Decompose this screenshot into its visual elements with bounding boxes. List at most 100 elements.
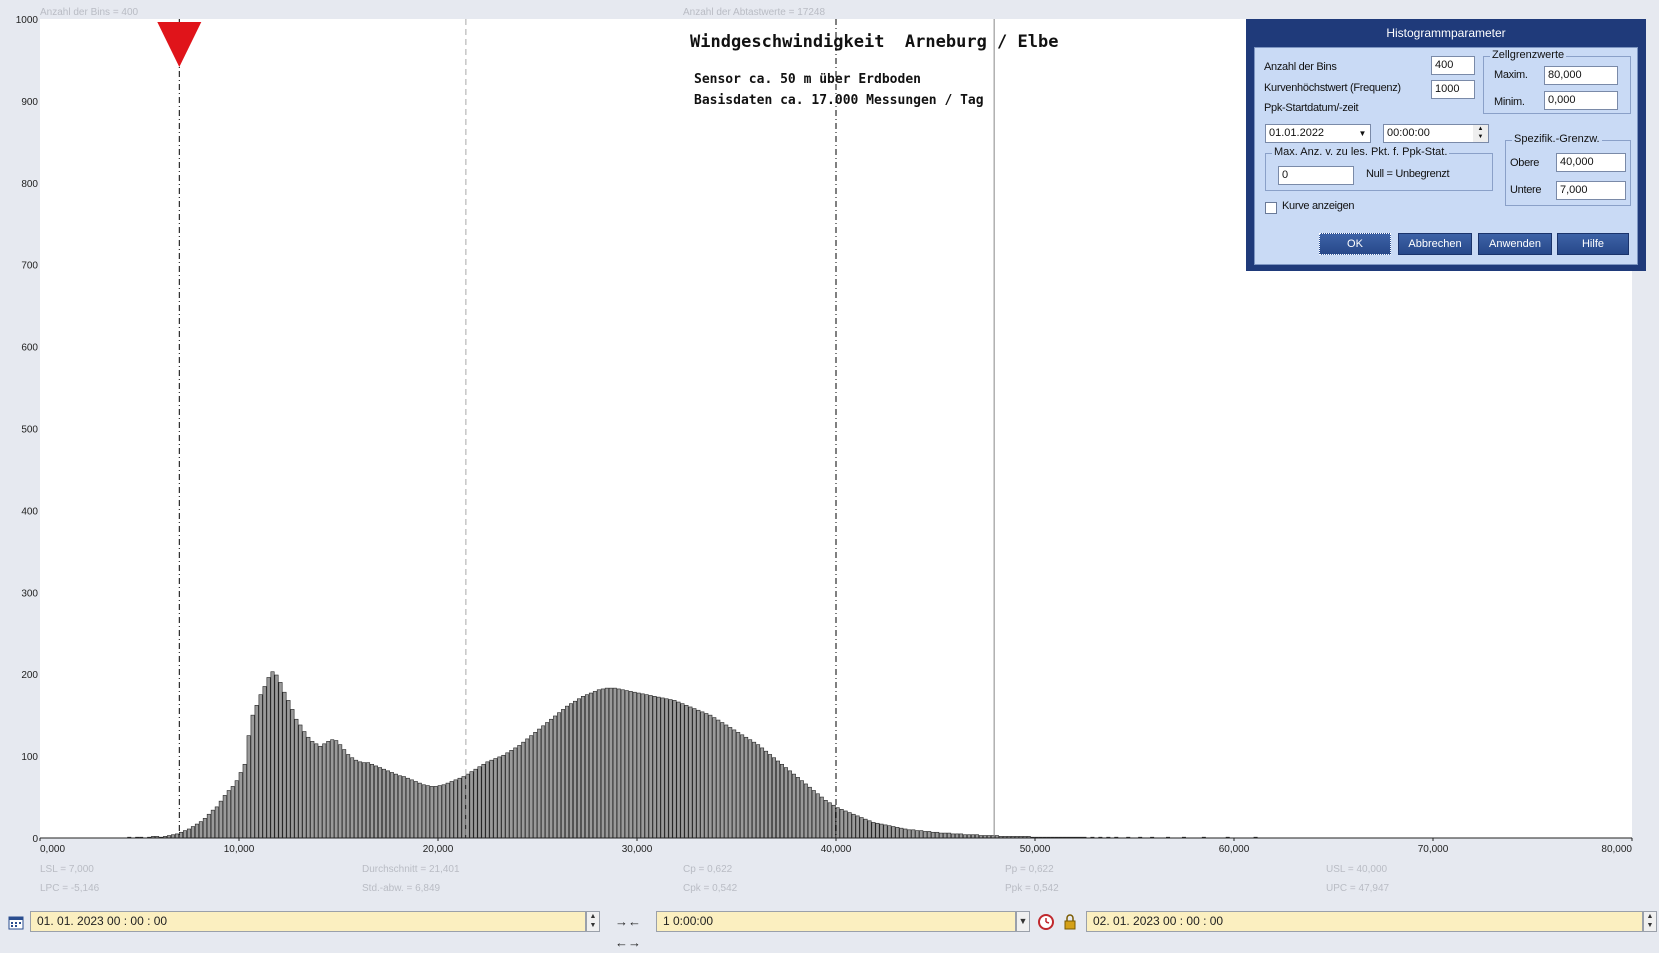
histogram-bar	[350, 757, 355, 839]
upper-limit-input[interactable]: 40,000	[1556, 153, 1626, 172]
histogram-bar	[190, 826, 195, 839]
histogram-bar	[748, 739, 753, 839]
apply-button[interactable]: Anwenden	[1478, 233, 1552, 255]
histogram-bar	[883, 824, 888, 839]
x-tick-label: 40,000	[821, 844, 852, 855]
histogram-bar	[660, 697, 665, 839]
histogram-bar	[198, 821, 203, 839]
zoom-arrows-icon[interactable]: →← ←→	[604, 911, 652, 950]
chart-subtitle-1: Sensor ca. 50 m über Erdboden	[694, 72, 921, 87]
y-tick-label: 400	[21, 506, 38, 517]
histogram-bar	[238, 772, 243, 839]
histogram-bar	[226, 790, 231, 839]
histogram-bar	[592, 691, 597, 839]
histogram-bar	[943, 832, 948, 839]
ok-button[interactable]: OK	[1319, 233, 1391, 255]
max-limit-input[interactable]: 80,000	[1544, 66, 1618, 85]
bins-input[interactable]: 400	[1431, 56, 1475, 75]
histogram-bar	[254, 705, 259, 839]
histogram-bar	[370, 763, 375, 839]
lower-limit-input[interactable]: 7,000	[1556, 181, 1626, 200]
histogram-bar	[760, 747, 765, 839]
histogram-bar	[728, 727, 733, 839]
histogram-bar	[433, 786, 438, 839]
histogram-bar	[314, 743, 319, 839]
histogram-bar	[497, 756, 502, 839]
histogram-bar	[278, 682, 283, 839]
histogram-bar	[700, 711, 705, 839]
cpk-stat: Cpk = 0,542	[683, 883, 738, 894]
y-tick-label: 900	[21, 97, 38, 108]
duration-dropdown-icon[interactable]: ▼	[1016, 911, 1030, 932]
histogram-bar	[294, 718, 299, 839]
histogram-bar	[541, 725, 546, 839]
y-tick-label: 1000	[16, 15, 39, 26]
cp-stat: Cp = 0,622	[683, 864, 733, 875]
histogram-bar	[318, 745, 323, 839]
histogram-bar	[644, 694, 649, 839]
histogram-bar	[803, 783, 808, 839]
histogram-bar	[843, 810, 848, 839]
histogram-bar	[947, 832, 952, 839]
show-curve-checkbox[interactable]	[1265, 202, 1277, 214]
max-points-group: Max. Anz. v. zu les. Pkt. f. Ppk-Stat. 0…	[1265, 146, 1493, 191]
duration-select[interactable]: 1 0:00:00	[656, 911, 1016, 932]
histogram-bar	[895, 827, 900, 839]
histogram-bar	[779, 763, 784, 839]
histogram-bar	[274, 674, 279, 839]
x-tick-label: 10,000	[224, 844, 255, 855]
histogram-bar	[222, 795, 227, 839]
end-datetime-spinner[interactable]: ▲ ▼	[1643, 911, 1657, 932]
y-tick-label: 0	[32, 834, 38, 845]
histogram-bar	[612, 687, 617, 839]
histogram-bar	[513, 747, 518, 839]
histogram-bar	[338, 744, 343, 839]
histogram-bar	[783, 767, 788, 839]
cell-limits-group-title: Zellgrenzwerte	[1490, 49, 1567, 61]
ppk-date-dropdown-icon[interactable]: ▼	[1355, 125, 1370, 142]
histogram-bar	[935, 831, 940, 839]
histogram-bar	[851, 813, 856, 839]
start-datetime-spinner[interactable]: ▲ ▼	[586, 911, 600, 932]
cancel-button[interactable]: Abbrechen	[1398, 233, 1472, 255]
histogram-bar	[565, 705, 570, 839]
histogram-bar	[389, 772, 394, 839]
show-curve-label: Kurve anzeigen	[1282, 200, 1355, 212]
histogram-bar	[429, 786, 434, 839]
min-limit-input[interactable]: 0,000	[1544, 91, 1618, 110]
histogram-bar	[819, 796, 824, 839]
histogram-bar	[688, 706, 693, 839]
min-limit-label: Minim.	[1494, 96, 1525, 108]
histogram-bar	[557, 712, 562, 839]
histogram-bar	[533, 732, 538, 839]
max-points-group-title: Max. Anz. v. zu les. Pkt. f. Ppk-Stat.	[1272, 146, 1450, 158]
ppk-time-spinner[interactable]: ▲ ▼	[1473, 125, 1488, 142]
lock-icon[interactable]	[1060, 911, 1080, 932]
x-tick-label: 30,000	[622, 844, 653, 855]
max-points-input[interactable]: 0	[1278, 166, 1354, 185]
max-frequency-input[interactable]: 1000	[1431, 80, 1475, 99]
histogram-bar	[334, 740, 339, 839]
chart-title: Windgeschwindigkeit Arneburg / Elbe	[690, 32, 1058, 52]
histogram-bar	[839, 809, 844, 839]
clock-icon[interactable]	[1036, 911, 1056, 932]
help-button[interactable]: Hilfe	[1557, 233, 1629, 255]
histogram-bar	[576, 698, 581, 839]
histogram-bar	[445, 782, 450, 839]
histogram-bar	[374, 765, 379, 839]
start-datetime-input[interactable]: 01. 01. 2023 00 : 00 : 00	[30, 911, 586, 932]
histogram-bar	[636, 692, 641, 839]
end-datetime-input[interactable]: 02. 01. 2023 00 : 00 : 00	[1086, 911, 1643, 932]
y-tick-label: 800	[21, 179, 38, 190]
histogram-bar	[919, 830, 924, 839]
calendar-icon[interactable]	[6, 911, 26, 932]
histogram-bar	[835, 807, 840, 839]
x-tick-label: 50,000	[1020, 844, 1051, 855]
histogram-bar	[923, 831, 928, 839]
histogram-bar	[194, 823, 199, 839]
histogram-bar	[270, 671, 275, 839]
histogram-bar	[608, 687, 613, 839]
histogram-bar	[553, 715, 558, 839]
histogram-bar	[899, 827, 904, 839]
upc-stat: UPC = 47,947	[1326, 883, 1390, 894]
